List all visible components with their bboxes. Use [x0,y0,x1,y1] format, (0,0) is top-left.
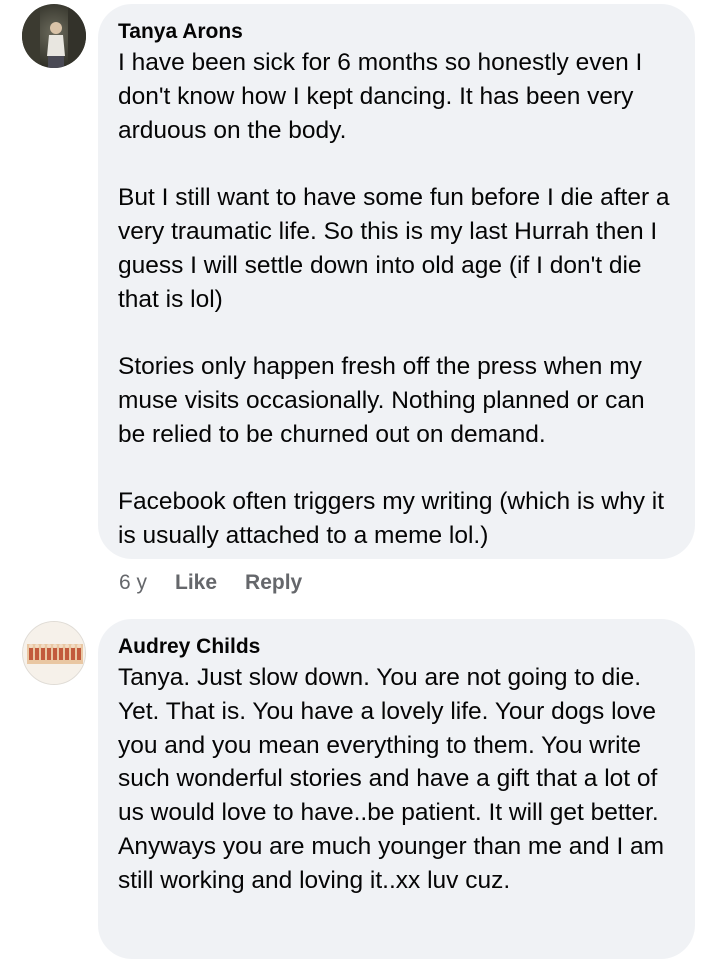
comment-paragraph: I have been sick for 6 months so honestl… [118,49,643,144]
comment-paragraph: Tanya. Just slow down. You are not going… [118,664,665,894]
profile-photo-icon [22,4,86,68]
profile-photo-icon [23,622,85,684]
comment-paragraph: Stories only happen fresh off the press … [118,353,645,448]
comment-author[interactable]: Audrey Childs [118,633,675,661]
comment-author[interactable]: Tanya Arons [118,18,675,46]
comment-actions: 6 y Like Reply [119,569,330,597]
comment-bubble: Audrey Childs Tanya. Just slow down. You… [98,619,695,959]
avatar[interactable] [22,4,86,68]
comment-paragraph: Facebook often triggers my writing (whic… [118,488,664,550]
comment-timestamp[interactable]: 6 y [119,571,147,595]
like-button[interactable]: Like [175,571,217,595]
comment-paragraph: But I still want to have some fun before… [118,184,670,313]
comment-bubble: Tanya Arons I have been sick for 6 month… [98,4,695,559]
avatar[interactable] [22,621,86,685]
reply-button[interactable]: Reply [245,571,302,595]
